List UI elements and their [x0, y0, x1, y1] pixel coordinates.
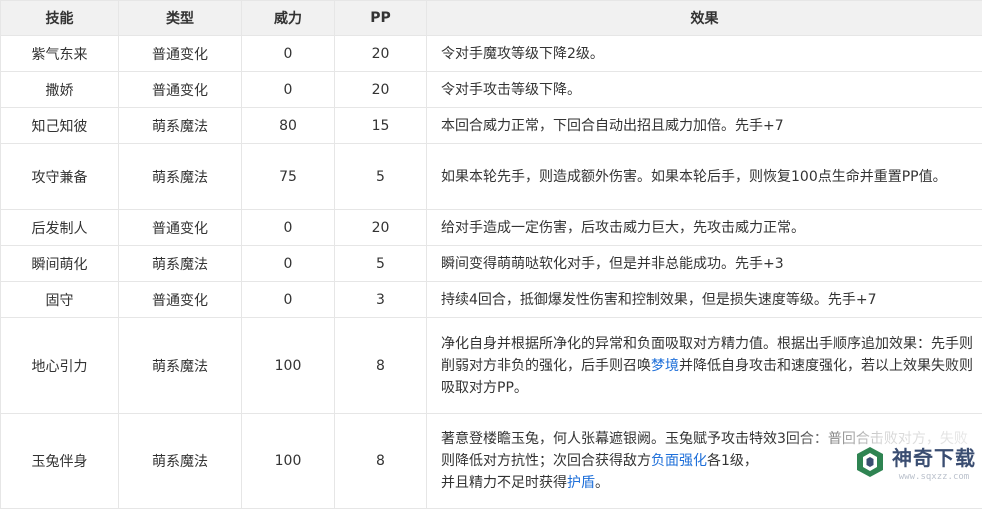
skill-name: 后发制人 [0, 209, 119, 246]
skill-power: 0 [241, 71, 335, 108]
header-power: 威力 [241, 0, 335, 36]
skill-effect: 如果本轮先手，则造成额外伤害。如果本轮后手，则恢复100点生命并重置PP值。 [426, 143, 982, 210]
table-row: 后发制人 普通变化 0 20 给对手造成一定伤害，后攻击威力巨大，先攻击威力正常… [0, 209, 982, 246]
effect-text: 并且精力不足时获得 [441, 475, 567, 491]
skill-type: 普通变化 [118, 209, 242, 246]
skill-name: 攻守兼备 [0, 143, 119, 210]
skill-power: 100 [241, 413, 335, 509]
skill-pp: 20 [334, 209, 427, 246]
skill-type: 萌系魔法 [118, 107, 242, 144]
table-row: 攻守兼备 萌系魔法 75 5 如果本轮先手，则造成额外伤害。如果本轮后手，则恢复… [0, 143, 982, 210]
skill-name: 紫气东来 [0, 35, 119, 72]
header-skill: 技能 [0, 0, 119, 36]
skill-pp: 20 [334, 71, 427, 108]
table-row: 玉兔伴身 萌系魔法 100 8 著意登楼瞻玉兔，何人张幕遮银阙。玉兔赋予攻击特效… [0, 413, 982, 509]
skill-name: 固守 [0, 281, 119, 318]
skill-name: 玉兔伴身 [0, 413, 119, 509]
skill-pp: 20 [334, 35, 427, 72]
skill-pp: 8 [334, 413, 427, 509]
header-effect: 效果 [426, 0, 982, 36]
skill-effect: 本回合威力正常，下回合自动出招且威力加倍。先手+7 [426, 107, 982, 144]
skills-table: 技能 类型 威力 PP 效果 紫气东来 普通变化 0 20 令对手魔攻等级下降2… [0, 0, 982, 509]
skill-pp: 5 [334, 143, 427, 210]
watermark-title: 神奇下载 [892, 446, 976, 470]
skill-power: 75 [241, 143, 335, 210]
skill-power: 0 [241, 35, 335, 72]
skill-type: 普通变化 [118, 71, 242, 108]
skill-pp: 8 [334, 317, 427, 414]
skill-power: 0 [241, 281, 335, 318]
effect-text: 。 [595, 475, 609, 491]
effect-text: 各1级， [707, 453, 758, 469]
skill-power: 0 [241, 209, 335, 246]
skill-name: 知己知彼 [0, 107, 119, 144]
skill-power: 0 [241, 245, 335, 282]
skill-type: 普通变化 [118, 281, 242, 318]
skill-effect: 给对手造成一定伤害，后攻击威力巨大，先攻击威力正常。 [426, 209, 982, 246]
skill-effect: 净化自身并根据所净化的异常和负面吸取对方精力值。根据出手顺序追加效果：先手则削弱… [426, 317, 982, 414]
table-row: 地心引力 萌系魔法 100 8 净化自身并根据所净化的异常和负面吸取对方精力值。… [0, 317, 982, 414]
skill-type: 萌系魔法 [118, 245, 242, 282]
skill-power: 80 [241, 107, 335, 144]
watermark-logo-icon [857, 447, 883, 477]
skill-type: 萌系魔法 [118, 143, 242, 210]
table-row: 瞬间萌化 萌系魔法 0 5 瞬间变得萌萌哒软化对手，但是并非总能成功。先手+3 [0, 245, 982, 282]
skill-pp: 5 [334, 245, 427, 282]
skill-pp: 15 [334, 107, 427, 144]
skill-name: 地心引力 [0, 317, 119, 414]
skill-name: 瞬间萌化 [0, 245, 119, 282]
watermark: 神奇下载 www.sqxzz.com [852, 442, 976, 482]
header-type: 类型 [118, 0, 242, 36]
header-row: 技能 类型 威力 PP 效果 [0, 0, 982, 36]
negative-buff-link[interactable]: 负面强化 [651, 453, 707, 469]
skill-effect: 令对手攻击等级下降。 [426, 71, 982, 108]
shield-link[interactable]: 护盾 [567, 475, 595, 491]
table-row: 固守 普通变化 0 3 持续4回合，抵御爆发性伤害和控制效果，但是损失速度等级。… [0, 281, 982, 318]
table-row: 撒娇 普通变化 0 20 令对手攻击等级下降。 [0, 71, 982, 108]
skill-type: 萌系魔法 [118, 317, 242, 414]
table-row: 紫气东来 普通变化 0 20 令对手魔攻等级下降2级。 [0, 35, 982, 72]
skill-effect: 持续4回合，抵御爆发性伤害和控制效果，但是损失速度等级。先手+7 [426, 281, 982, 318]
header-pp: PP [334, 0, 427, 36]
skill-type: 普通变化 [118, 35, 242, 72]
skill-type: 萌系魔法 [118, 413, 242, 509]
skill-pp: 3 [334, 281, 427, 318]
dream-link[interactable]: 梦境 [651, 358, 679, 374]
skill-name: 撒娇 [0, 71, 119, 108]
skill-effect: 瞬间变得萌萌哒软化对手，但是并非总能成功。先手+3 [426, 245, 982, 282]
watermark-url: www.sqxzz.com [898, 472, 970, 482]
skill-effect: 令对手魔攻等级下降2级。 [426, 35, 982, 72]
skill-power: 100 [241, 317, 335, 414]
table-row: 知己知彼 萌系魔法 80 15 本回合威力正常，下回合自动出招且威力加倍。先手+… [0, 107, 982, 144]
